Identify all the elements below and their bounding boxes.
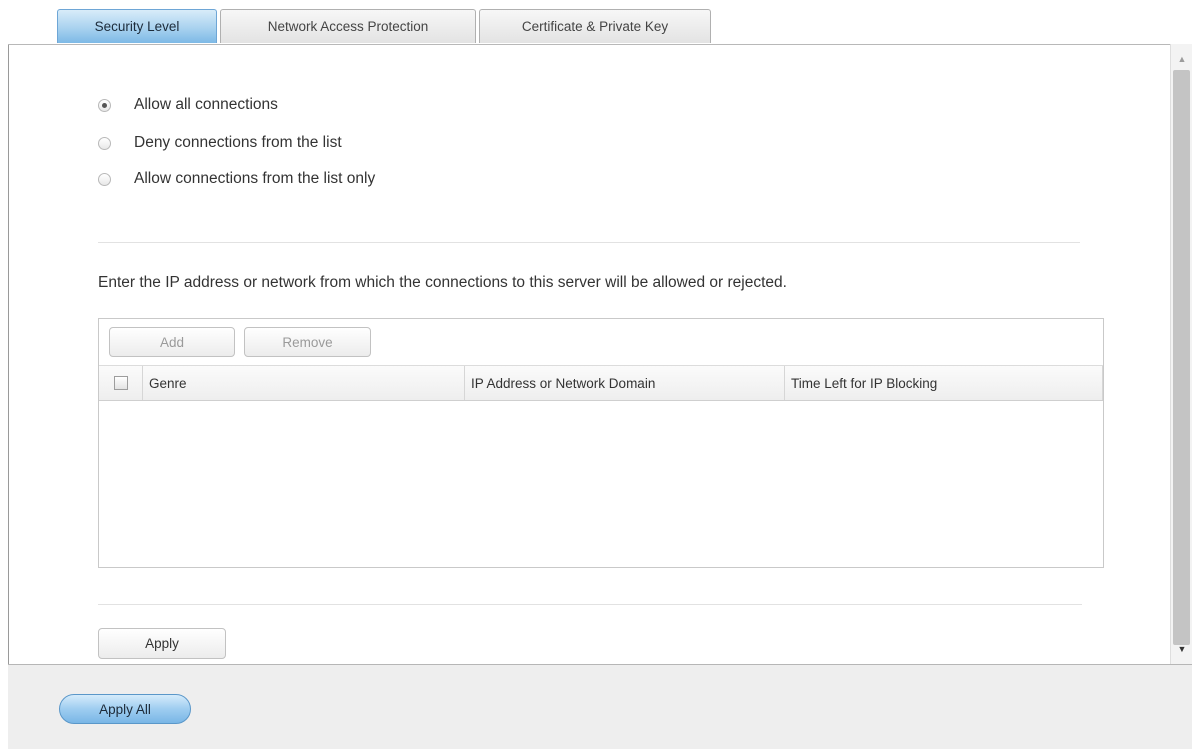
tab-network-access-protection[interactable]: Network Access Protection <box>220 9 476 43</box>
grid-body <box>99 401 1103 567</box>
add-button[interactable]: Add <box>109 327 235 357</box>
scroll-down-arrow-icon[interactable]: ▼ <box>1171 640 1192 658</box>
scroll-thumb[interactable] <box>1173 70 1190 645</box>
ip-list-description: Enter the IP address or network from whi… <box>98 274 787 291</box>
radio-label: Deny connections from the list <box>134 134 342 151</box>
section-divider <box>98 242 1080 243</box>
tab-bar: Security Level Network Access Protection… <box>8 0 1192 45</box>
grid-toolbar: Add Remove <box>99 319 1103 365</box>
ip-list-grid: Add Remove Genre IP Address or Network D… <box>98 318 1104 568</box>
vertical-scrollbar[interactable]: ▲ ▼ <box>1170 44 1192 664</box>
section-divider <box>98 604 1082 605</box>
scroll-up-arrow-icon[interactable]: ▲ <box>1171 50 1192 68</box>
footer-bar: Apply All <box>8 664 1192 749</box>
select-all-checkbox[interactable] <box>113 376 128 390</box>
column-header-time-left[interactable]: Time Left for IP Blocking <box>785 366 1103 400</box>
select-all-cell <box>99 366 143 400</box>
apply-button[interactable]: Apply <box>98 628 226 659</box>
radio-label: Allow connections from the list only <box>134 170 376 187</box>
remove-button[interactable]: Remove <box>244 327 371 357</box>
radio-button[interactable] <box>98 136 111 150</box>
radio-allow-list-only[interactable]: Allow connections from the list only <box>98 168 375 190</box>
radio-button[interactable] <box>98 172 111 186</box>
radio-deny-list[interactable]: Deny connections from the list <box>98 132 342 154</box>
column-header-ip-address[interactable]: IP Address or Network Domain <box>465 366 785 400</box>
tab-security-level[interactable]: Security Level <box>57 9 217 43</box>
grid-header: Genre IP Address or Network Domain Time … <box>99 365 1103 401</box>
radio-allow-all[interactable]: Allow all connections <box>98 94 278 116</box>
column-header-genre[interactable]: Genre <box>143 366 465 400</box>
tab-certificate-private-key[interactable]: Certificate & Private Key <box>479 9 711 43</box>
apply-all-button[interactable]: Apply All <box>59 694 191 724</box>
radio-label: Allow all connections <box>134 96 278 113</box>
radio-button-checked[interactable] <box>98 98 111 112</box>
